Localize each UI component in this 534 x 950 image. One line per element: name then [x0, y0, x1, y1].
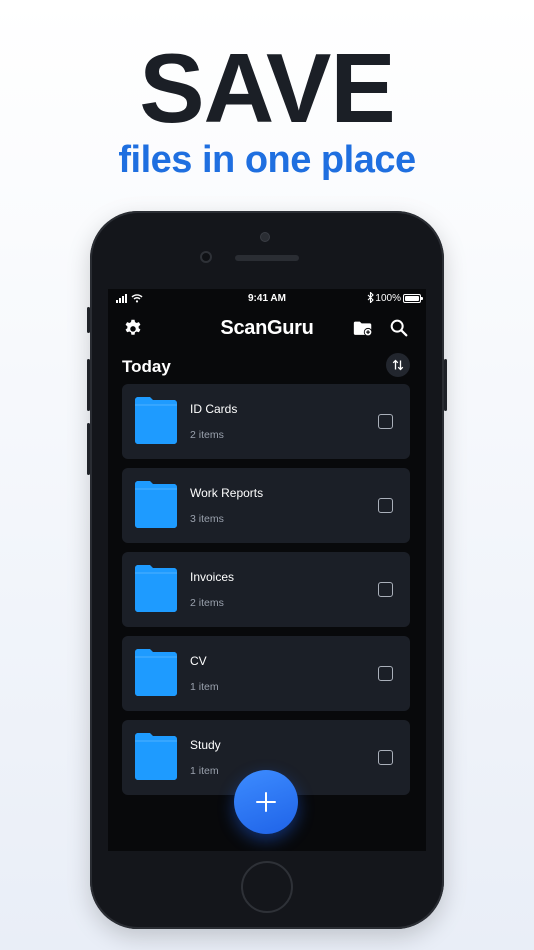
- folder-item-count: 3 items: [190, 513, 224, 525]
- headline: SAVE: [139, 33, 396, 143]
- volume-up-button: [87, 359, 90, 411]
- folder-icon: [135, 481, 177, 528]
- folder-icon: [135, 649, 177, 696]
- folder-icon: [135, 565, 177, 612]
- plus-icon: [256, 792, 276, 812]
- power-button: [444, 359, 447, 411]
- select-checkbox[interactable]: [378, 582, 393, 597]
- battery-percentage: 100%: [375, 293, 401, 304]
- app-screen: 9:41 AM 100% ScanGuru Today ID Cards 2 i…: [108, 289, 426, 851]
- folder-list: ID Cards 2 items Work Reports 3 items In…: [122, 384, 410, 804]
- folder-card[interactable]: Work Reports 3 items: [122, 468, 410, 543]
- folder-icon: [135, 733, 177, 780]
- search-icon[interactable]: [388, 317, 410, 339]
- folder-item-count: 2 items: [190, 429, 224, 441]
- select-checkbox[interactable]: [378, 666, 393, 681]
- section-title-today: Today: [122, 357, 171, 376]
- select-checkbox[interactable]: [378, 498, 393, 513]
- folder-name: CV: [190, 654, 207, 668]
- folder-item-count: 2 items: [190, 597, 224, 609]
- subheadline: files in one place: [118, 139, 416, 181]
- mute-switch: [87, 307, 90, 333]
- earpiece-speaker: [235, 255, 299, 261]
- folder-card[interactable]: CV 1 item: [122, 636, 410, 711]
- home-button[interactable]: [241, 861, 293, 913]
- bluetooth-icon: [367, 292, 374, 303]
- folder-item-count: 1 item: [190, 765, 219, 777]
- folder-card[interactable]: Invoices 2 items: [122, 552, 410, 627]
- folder-name: Invoices: [190, 570, 235, 584]
- volume-down-button: [87, 423, 90, 475]
- select-checkbox[interactable]: [378, 750, 393, 765]
- status-bar: 9:41 AM 100%: [108, 289, 426, 309]
- front-camera: [200, 251, 212, 263]
- folder-card[interactable]: ID Cards 2 items: [122, 384, 410, 459]
- phone-frame: 9:41 AM 100% ScanGuru Today ID Cards 2 i…: [87, 211, 447, 929]
- folder-name: ID Cards: [190, 402, 238, 416]
- sort-button[interactable]: [386, 353, 410, 377]
- folder-item-count: 1 item: [190, 681, 219, 693]
- add-button[interactable]: [234, 770, 298, 834]
- select-checkbox[interactable]: [378, 414, 393, 429]
- sort-arrows-icon: [392, 359, 404, 371]
- proximity-sensor: [260, 232, 270, 242]
- app-title: ScanGuru: [220, 317, 314, 339]
- folder-name: Study: [190, 738, 221, 752]
- folder-icon: [135, 397, 177, 444]
- folder-add-icon[interactable]: [352, 317, 374, 339]
- battery-icon: [403, 294, 423, 303]
- folder-name: Work Reports: [190, 486, 264, 500]
- navigation-bar: ScanGuru: [108, 309, 426, 349]
